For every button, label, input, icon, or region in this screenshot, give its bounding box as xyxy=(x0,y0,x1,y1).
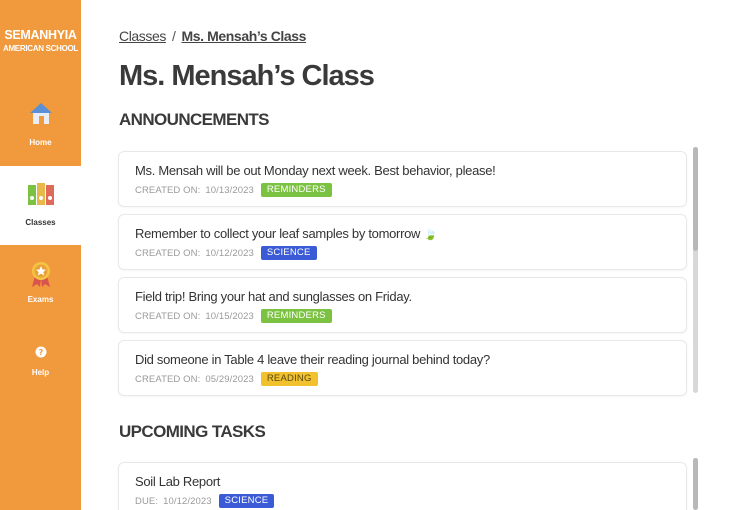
announcement-text-content: Remember to collect your leaf samples by… xyxy=(135,226,421,241)
page-title: Ms. Mensah’s Class xyxy=(119,60,375,92)
nav-label-help: Help xyxy=(31,368,50,377)
announcement-meta: CREATED ON: 10/13/2023 REMINDERS xyxy=(135,183,332,197)
announcement-card[interactable]: Remember to collect your leaf samples by… xyxy=(118,214,687,270)
breadcrumb-current-link[interactable]: Ms. Mensah’s Class xyxy=(182,28,307,44)
announcement-text: Field trip! Bring your hat and sunglasse… xyxy=(135,289,412,304)
task-date: 10/12/2023 xyxy=(163,495,212,507)
nav-item-help[interactable]: ? Help xyxy=(0,346,81,382)
announcements-scrollbar[interactable] xyxy=(693,147,698,393)
tag-badge: REMINDERS xyxy=(260,183,332,197)
sidebar: SEMANHYIA AMERICAN SCHOOL Home Classes E… xyxy=(0,0,81,510)
announcements-scroll-thumb[interactable] xyxy=(693,147,698,251)
nav-label-home: Home xyxy=(29,138,52,147)
announcement-card[interactable]: Field trip! Bring your hat and sunglasse… xyxy=(118,277,687,333)
announcement-date: 10/12/2023 xyxy=(205,247,254,259)
nav-label-exams: Exams xyxy=(27,295,54,304)
tag-badge: SCIENCE xyxy=(260,246,317,260)
breadcrumb-separator: / xyxy=(172,28,176,44)
task-meta: DUE: 10/12/2023 SCIENCE xyxy=(135,494,275,508)
tag-badge: SCIENCE xyxy=(218,494,275,508)
tag-badge: READING xyxy=(260,372,318,386)
announcement-date: 10/15/2023 xyxy=(205,310,254,322)
binders-icon xyxy=(27,183,54,205)
announcement-meta: CREATED ON: 10/15/2023 REMINDERS xyxy=(135,309,332,323)
breadcrumb-classes-link[interactable]: Classes xyxy=(119,28,166,44)
leaf-emoji-icon: 🍃 xyxy=(423,229,437,241)
announcement-meta: CREATED ON: 10/12/2023 SCIENCE xyxy=(135,246,317,260)
nav-item-classes[interactable]: Classes xyxy=(0,166,81,245)
announcement-date: 10/13/2023 xyxy=(205,184,254,196)
tag-badge: REMINDERS xyxy=(260,309,332,323)
created-label: CREATED ON: xyxy=(135,373,201,385)
announcement-card[interactable]: Ms. Mensah will be out Monday next week.… xyxy=(118,151,687,207)
house-icon xyxy=(29,103,52,124)
tasks-scrollbar[interactable] xyxy=(693,458,698,510)
medal-icon xyxy=(31,262,50,287)
created-label: CREATED ON: xyxy=(135,310,201,322)
tasks-heading: UPCOMING TASKS xyxy=(119,422,266,441)
question-icon: ? xyxy=(35,346,46,358)
due-label: DUE: xyxy=(135,495,159,507)
task-text: Soil Lab Report xyxy=(135,474,221,489)
nav-item-exams[interactable]: Exams xyxy=(0,260,81,310)
tasks-scroll-thumb[interactable] xyxy=(693,458,698,510)
svg-text:?: ? xyxy=(38,348,43,357)
school-name-line1: SEMANHYIA xyxy=(4,28,77,42)
created-label: CREATED ON: xyxy=(135,184,201,196)
nav-item-home[interactable]: Home xyxy=(0,100,81,156)
school-name-line2: AMERICAN SCHOOL xyxy=(2,44,79,53)
announcements-heading: ANNOUNCEMENTS xyxy=(119,110,270,129)
breadcrumb: Classes / Ms. Mensah’s Class xyxy=(119,28,306,44)
announcement-date: 05/29/2023 xyxy=(205,373,254,385)
nav-label-classes: Classes xyxy=(25,218,56,227)
announcement-text: Ms. Mensah will be out Monday next week.… xyxy=(135,163,496,178)
announcement-meta: CREATED ON: 05/29/2023 READING xyxy=(135,372,318,386)
announcement-text: Remember to collect your leaf samples by… xyxy=(135,226,437,241)
task-card[interactable]: Soil Lab Report DUE: 10/12/2023 SCIENCE xyxy=(118,462,687,510)
school-logo[interactable]: SEMANHYIA AMERICAN SCHOOL xyxy=(0,28,81,55)
announcement-text: Did someone in Table 4 leave their readi… xyxy=(135,352,490,367)
created-label: CREATED ON: xyxy=(135,247,201,259)
announcement-card[interactable]: Did someone in Table 4 leave their readi… xyxy=(118,340,687,396)
